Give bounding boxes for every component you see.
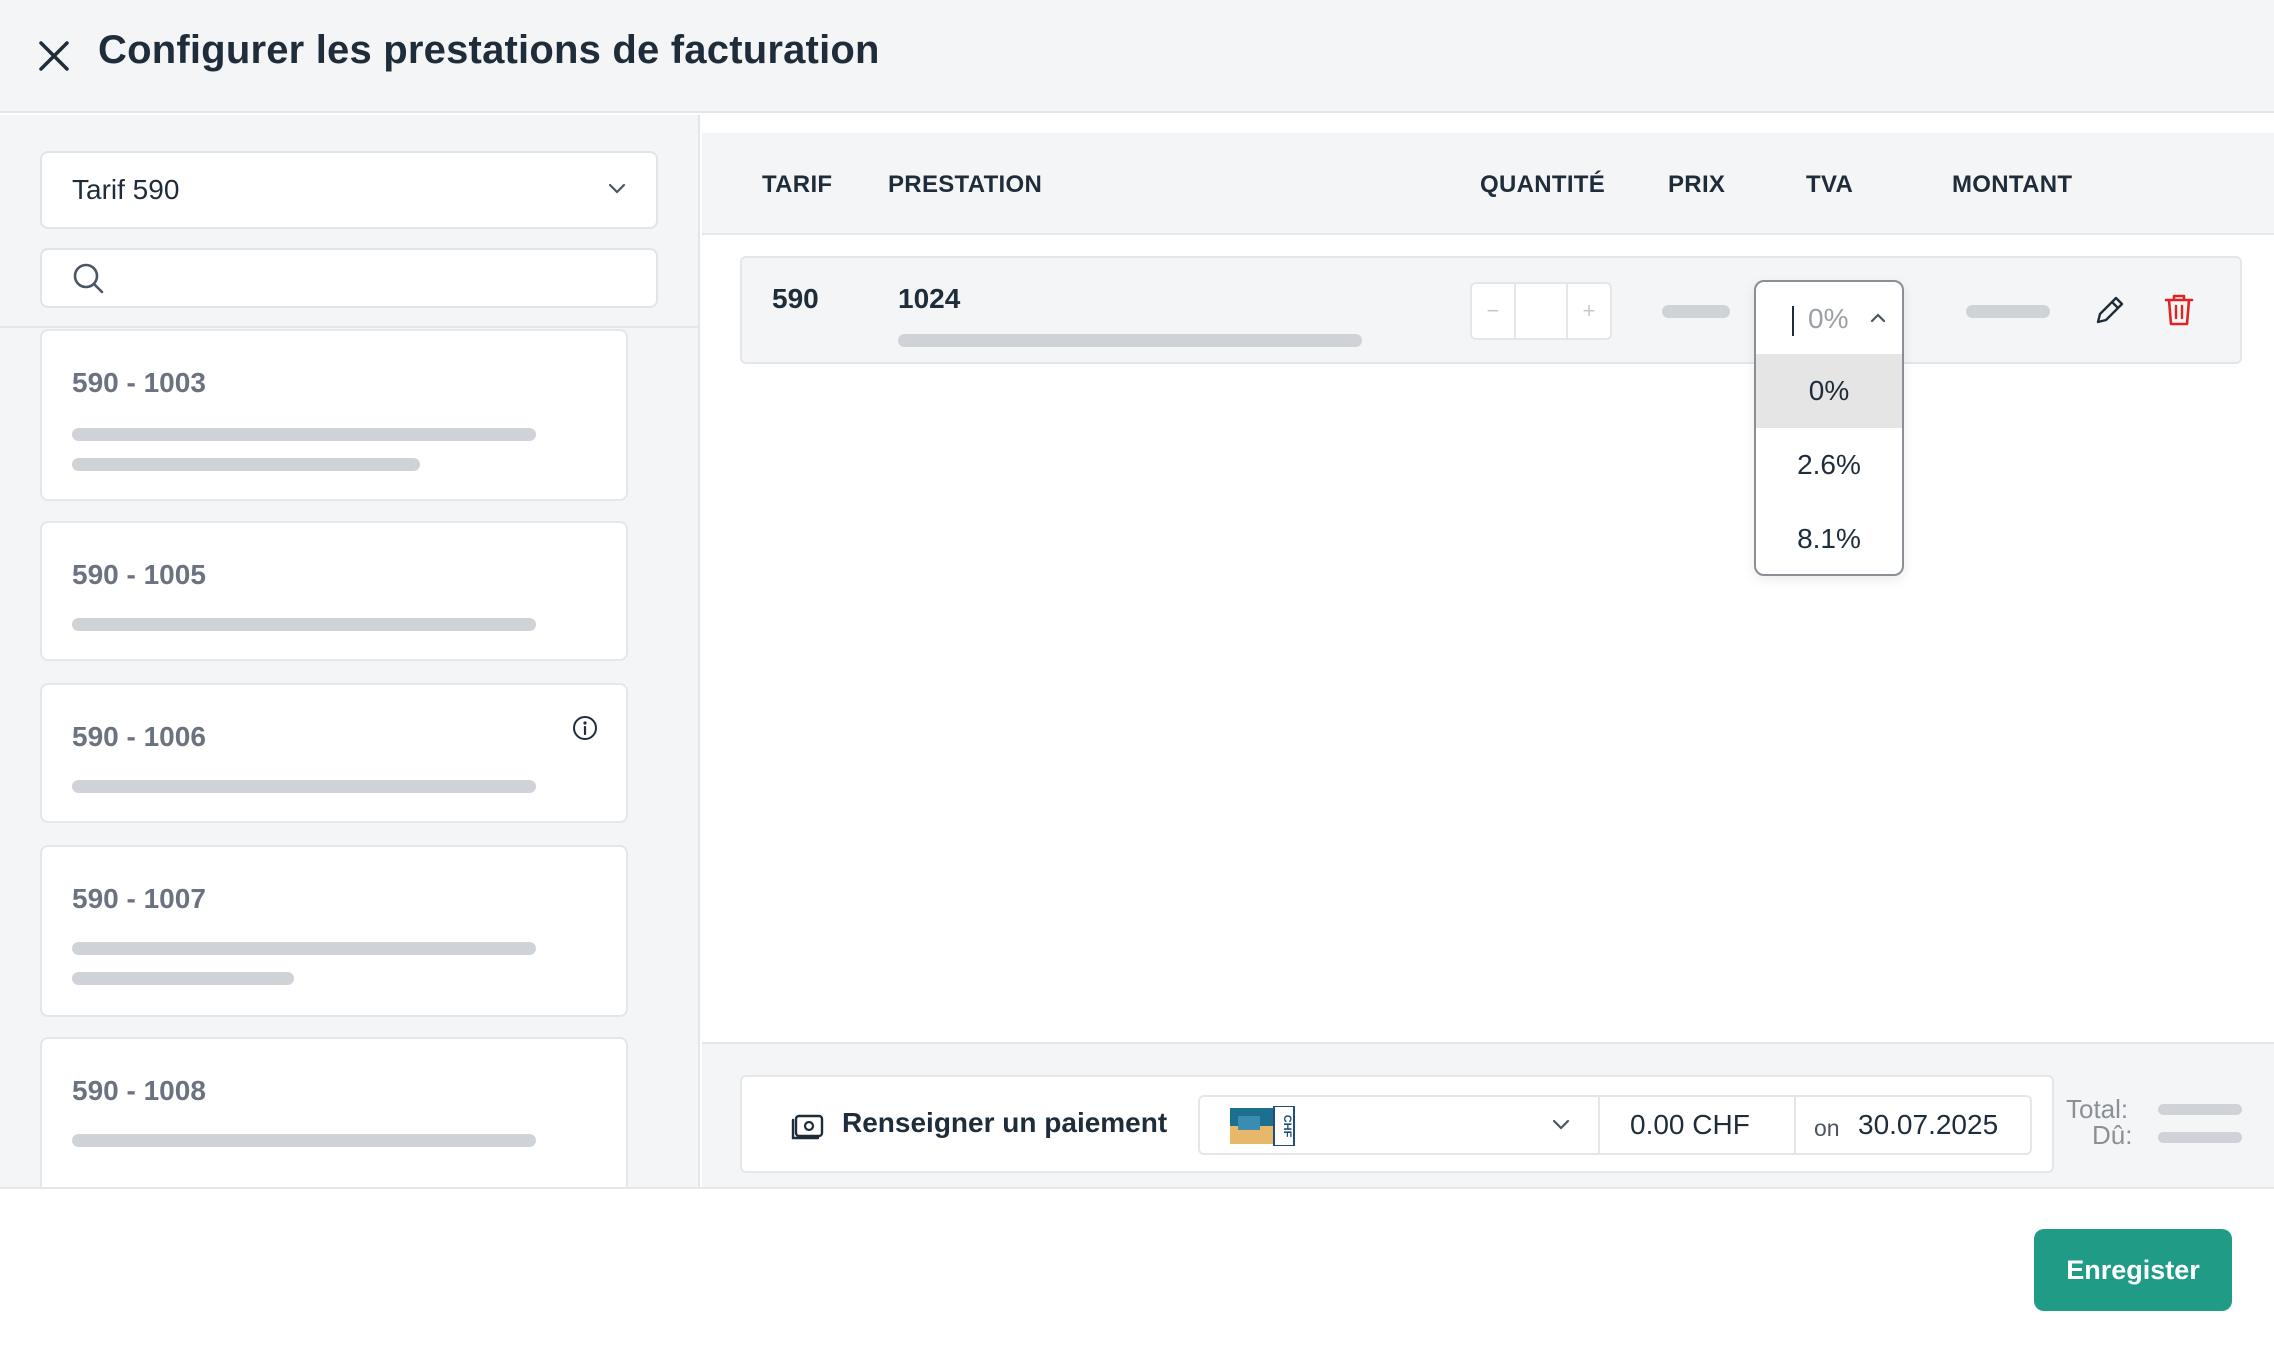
info-icon[interactable] <box>572 715 598 741</box>
save-button[interactable]: Enregister <box>2034 1229 2232 1311</box>
page-title: Configurer les prestations de facturatio… <box>98 28 880 72</box>
column-header-tva: TVA <box>1806 171 1854 198</box>
skeleton-line <box>72 972 294 985</box>
tva-current-value: 0% <box>1808 303 1849 334</box>
close-button[interactable] <box>36 38 72 74</box>
tva-option[interactable]: 0% <box>1756 354 1902 428</box>
total-skeleton <box>2158 1104 2242 1115</box>
payment-amount-input[interactable]: 0.00 CHF <box>1600 1097 1796 1153</box>
chevron-down-icon <box>608 183 626 194</box>
list-item[interactable]: 590 - 1003 <box>40 329 628 501</box>
tva-select-input[interactable]: 0% <box>1756 282 1902 354</box>
row-prestation: 1024 <box>898 283 961 314</box>
price-skeleton <box>1662 305 1730 318</box>
prestation-code: 590 - 1008 <box>72 1075 206 1106</box>
skeleton-line <box>72 1134 536 1147</box>
prestation-code: 590 - 1007 <box>72 883 206 914</box>
divider <box>0 326 698 328</box>
list-item[interactable]: 590 - 1006 <box>40 683 628 823</box>
card-label: CHF <box>1281 1115 1293 1138</box>
pencil-icon[interactable] <box>2092 292 2128 328</box>
prestation-code: 590 - 1006 <box>72 721 206 752</box>
payment-icon <box>791 1114 824 1140</box>
card-icon: CHF <box>1230 1106 1295 1146</box>
tarif-select-value: Tarif 590 <box>72 174 180 205</box>
search-input[interactable] <box>112 258 642 298</box>
prestation-code: 590 - 1003 <box>72 367 206 398</box>
skeleton-line <box>72 618 536 631</box>
tva-option[interactable]: 8.1% <box>1756 502 1902 574</box>
tarif-select[interactable]: Tarif 590 <box>40 151 658 229</box>
du-label: Dû: <box>2092 1120 2133 1150</box>
amount-skeleton <box>1966 305 2050 318</box>
quantity-input[interactable] <box>1514 284 1568 338</box>
search-field[interactable] <box>40 248 658 308</box>
divider <box>0 1187 2274 1189</box>
chevron-up-icon <box>1870 313 1886 323</box>
column-header-quantite: QUANTITÉ <box>1480 171 1606 198</box>
skeleton-line <box>898 334 1362 347</box>
modal-header: Configurer les prestations de facturatio… <box>0 0 2274 113</box>
column-header-prestation: PRESTATION <box>888 171 1043 198</box>
skeleton-line <box>72 780 536 793</box>
decrement-button[interactable]: − <box>1472 284 1514 338</box>
skeleton-line <box>72 428 536 441</box>
search-icon <box>73 263 104 294</box>
date-prefix: on <box>1814 1115 1840 1141</box>
row-tarif: 590 <box>772 283 819 314</box>
list-item[interactable]: 590 - 1005 <box>40 521 628 661</box>
payment-amount-value: 0.00 CHF <box>1630 1109 1750 1140</box>
quantity-stepper: − + <box>1470 282 1612 340</box>
increment-button[interactable]: + <box>1568 284 1610 338</box>
payment-box: Renseigner un paiement CHF 0.00 CHF on 3… <box>740 1075 2054 1173</box>
column-header-tarif: TARIF <box>762 171 833 198</box>
record-payment-button[interactable]: Renseigner un paiement <box>842 1107 1167 1139</box>
du-skeleton <box>2158 1132 2242 1143</box>
column-header-prix: PRIX <box>1668 171 1726 198</box>
chevron-down-icon <box>1552 1119 1570 1130</box>
list-item[interactable]: 590 - 1007 <box>40 845 628 1017</box>
close-icon <box>39 41 69 71</box>
text-caret <box>1792 306 1794 336</box>
payment-date-input[interactable]: on 30.07.2025 <box>1796 1097 2030 1153</box>
skeleton-line <box>72 942 536 955</box>
table-header: TARIF PRESTATION QUANTITÉ PRIX TVA MONTA… <box>702 133 2274 235</box>
payment-controls: CHF 0.00 CHF on 30.07.2025 <box>1198 1095 2032 1155</box>
tva-option[interactable]: 2.6% <box>1756 428 1902 502</box>
prestation-catalog-panel: Tarif 590 590 - 1003 590 - 1005 590 - 10… <box>0 115 700 1187</box>
list-item[interactable]: 590 - 1008 <box>40 1037 628 1187</box>
prestation-code: 590 - 1005 <box>72 559 206 590</box>
tva-dropdown[interactable]: 0% 0% 2.6% 8.1% <box>1754 280 1904 576</box>
payment-date-value: 30.07.2025 <box>1858 1109 1999 1140</box>
skeleton-line <box>72 458 420 471</box>
column-header-montant: MONTANT <box>1952 171 2073 198</box>
table-row: 590 1024 − + <box>740 256 2242 364</box>
trash-icon[interactable] <box>2162 292 2196 328</box>
payment-method-select[interactable]: CHF <box>1200 1097 1600 1153</box>
